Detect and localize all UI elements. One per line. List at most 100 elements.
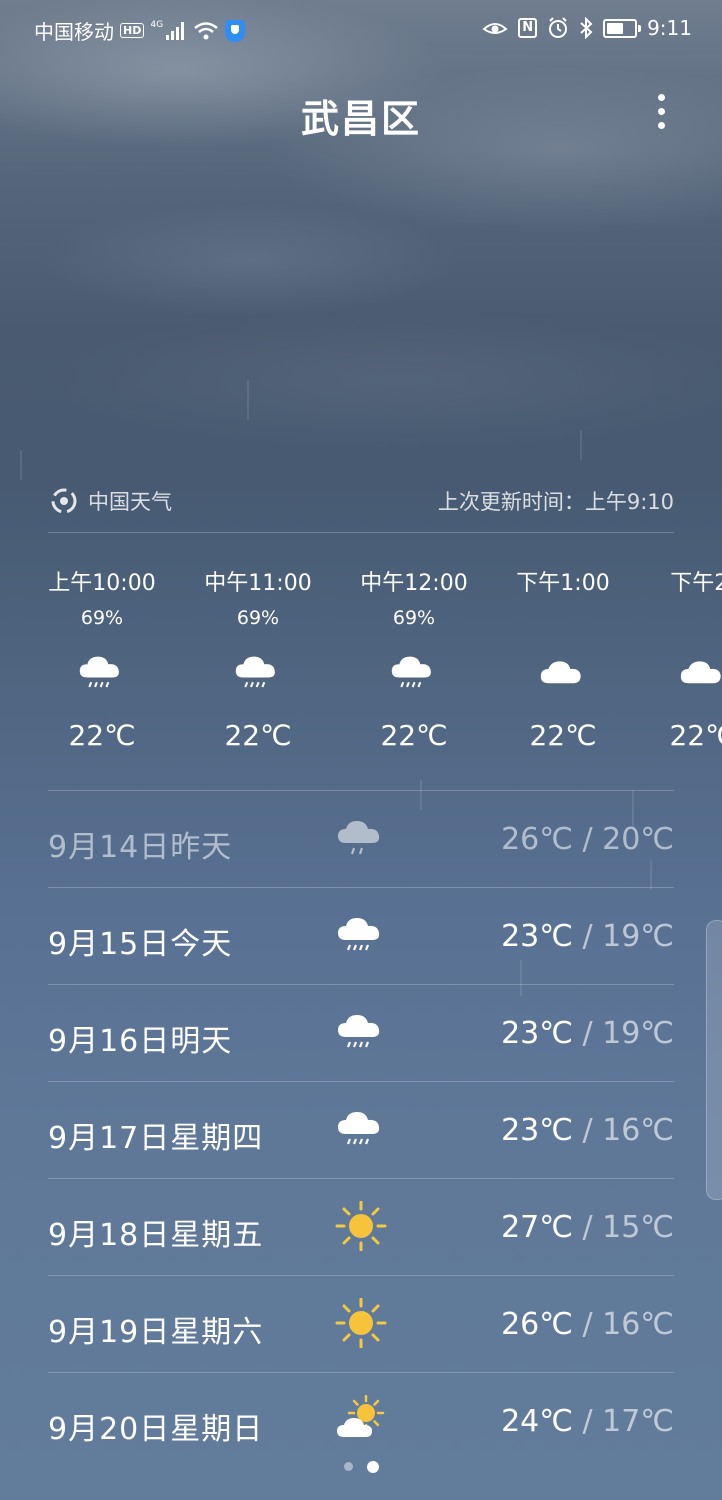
daily-row[interactable]: 9月16日明天 23℃ / 19℃ <box>48 984 674 1081</box>
cloud-icon <box>625 649 722 719</box>
temp-low: 16℃ <box>602 1307 674 1342</box>
city-title: 武昌区 <box>300 97 421 141</box>
scrollbar[interactable] <box>706 920 722 1200</box>
data-source: 中国天气 <box>50 486 172 516</box>
temp-range: 23℃ / 16℃ <box>501 1113 674 1148</box>
hour-time: 上午10:00 <box>48 571 156 596</box>
temp-separator: / <box>572 1404 603 1439</box>
temp-low: 17℃ <box>602 1404 674 1439</box>
divider <box>48 532 674 533</box>
source-name: 中国天气 <box>88 490 172 514</box>
temp-range: 26℃ / 16℃ <box>501 1307 674 1342</box>
bluetooth-icon <box>580 17 593 39</box>
hourly-item: 下午2: 22℃ <box>625 565 722 752</box>
hour-temp: 22℃ <box>380 719 448 752</box>
hour-temp: 22℃ <box>529 719 597 752</box>
hour-time: 中午12:00 <box>360 571 468 596</box>
precip-chance: 69% <box>392 607 436 629</box>
day-label: 9月17日星期四 <box>48 1121 264 1156</box>
day-label: 9月18日星期五 <box>48 1218 264 1253</box>
temp-high: 23℃ <box>501 1016 573 1051</box>
temp-separator: / <box>572 1210 603 1245</box>
daily-row[interactable]: 9月20日星期日 24℃ / 17℃ <box>48 1372 674 1469</box>
temp-range: 23℃ / 19℃ <box>501 1016 674 1051</box>
sky-background <box>0 0 722 520</box>
daily-row[interactable]: 9月19日星期六 26℃ / 16℃ <box>48 1275 674 1372</box>
temp-high: 23℃ <box>501 919 573 954</box>
temp-low: 16℃ <box>602 1113 674 1148</box>
more-options-icon[interactable] <box>650 94 672 136</box>
hourly-item: 中午12:00 69% 22℃ <box>336 565 492 752</box>
precip-chance <box>625 599 722 649</box>
hourly-item: 中午11:00 69% 22℃ <box>180 565 336 752</box>
temp-low: 19℃ <box>602 1016 674 1051</box>
temp-separator: / <box>572 919 603 954</box>
signal-icon <box>166 21 185 40</box>
hourly-forecast[interactable]: 上午10:00 69% 22℃ 中午11:00 69% 22℃ 中午12:00 69% 22℃ 下… <box>0 565 722 765</box>
temp-high: 27℃ <box>501 1210 573 1245</box>
hour-temp: 22℃ <box>669 719 722 752</box>
security-shield-icon <box>225 19 246 42</box>
eye-comfort-icon <box>482 23 508 34</box>
daily-forecast-list: 9月14日昨天 26℃ / 20℃ 9月15日今天 23℃ / 19℃ 9月16日明天 2… <box>48 790 674 1469</box>
china-weather-logo-icon <box>51 488 77 514</box>
temp-low: 20℃ <box>602 822 674 857</box>
rain-cloud-icon <box>334 910 388 960</box>
daily-row[interactable]: 9月15日今天 23℃ / 19℃ <box>48 887 674 984</box>
wifi-icon <box>194 21 218 39</box>
cloud-icon <box>485 649 641 719</box>
rain-streak <box>20 450 22 480</box>
clock-time: 9:11 <box>647 16 692 40</box>
rain-cloud-icon <box>336 649 492 719</box>
hour-temp: 22℃ <box>224 719 292 752</box>
last-updated-label: 上次更新时间：上午9:10 <box>437 490 674 514</box>
carrier-label: 中国移动 <box>34 20 114 44</box>
daily-row[interactable]: 9月17日星期四 23℃ / 16℃ <box>48 1081 674 1178</box>
temp-separator: / <box>572 1016 603 1051</box>
hourly-item: 下午1:00 22℃ <box>485 565 641 752</box>
sun-icon <box>334 1297 388 1349</box>
page-indicator <box>0 1461 722 1473</box>
temp-range: 24℃ / 17℃ <box>501 1404 674 1439</box>
page-dot[interactable] <box>343 1462 353 1471</box>
temp-range: 27℃ / 15℃ <box>501 1210 674 1245</box>
alarm-icon <box>549 17 568 38</box>
status-bar: 中国移动 HD 4G N 9:11 <box>0 0 722 58</box>
rain-cloud-icon <box>24 649 180 719</box>
sun-icon <box>334 1200 388 1252</box>
temp-high: 26℃ <box>501 822 573 857</box>
temp-range: 26℃ / 20℃ <box>501 822 674 857</box>
rain-streak <box>580 430 582 460</box>
temp-high: 24℃ <box>501 1404 573 1439</box>
temp-separator: / <box>572 1113 603 1148</box>
temp-low: 19℃ <box>602 919 674 954</box>
day-label: 9月20日星期日 <box>48 1412 264 1447</box>
precip-chance: 69% <box>236 607 280 629</box>
rain-cloud-icon <box>334 1104 388 1154</box>
page-dot[interactable] <box>366 1461 379 1473</box>
hour-time: 中午11:00 <box>204 571 312 596</box>
day-label: 9月16日明天 <box>48 1024 233 1059</box>
rain-streak <box>247 380 249 420</box>
temp-high: 23℃ <box>501 1113 573 1148</box>
hour-time: 下午2: <box>670 571 722 596</box>
daily-row[interactable]: 9月14日昨天 26℃ / 20℃ <box>48 790 674 887</box>
precip-chance: 69% <box>80 607 124 629</box>
hour-time: 下午1:00 <box>516 571 610 596</box>
temp-low: 15℃ <box>602 1210 674 1245</box>
daily-row[interactable]: 9月18日星期五 27℃ / 15℃ <box>48 1178 674 1275</box>
rain-cloud-icon <box>334 1007 388 1057</box>
temp-high: 26℃ <box>501 1307 573 1342</box>
day-label: 9月14日昨天 <box>48 830 233 865</box>
rain-cloud-icon <box>180 649 336 719</box>
light-rain-icon <box>334 813 388 863</box>
temp-separator: / <box>572 1307 603 1342</box>
network-type-label: 4G <box>150 19 164 30</box>
nfc-icon: N <box>518 18 538 38</box>
day-label: 9月15日今天 <box>48 927 233 962</box>
hourly-item: 上午10:00 69% 22℃ <box>24 565 180 752</box>
precip-chance <box>485 599 641 649</box>
battery-icon <box>603 18 642 38</box>
temp-separator: / <box>572 822 603 857</box>
partly-cloudy-icon <box>334 1394 388 1445</box>
